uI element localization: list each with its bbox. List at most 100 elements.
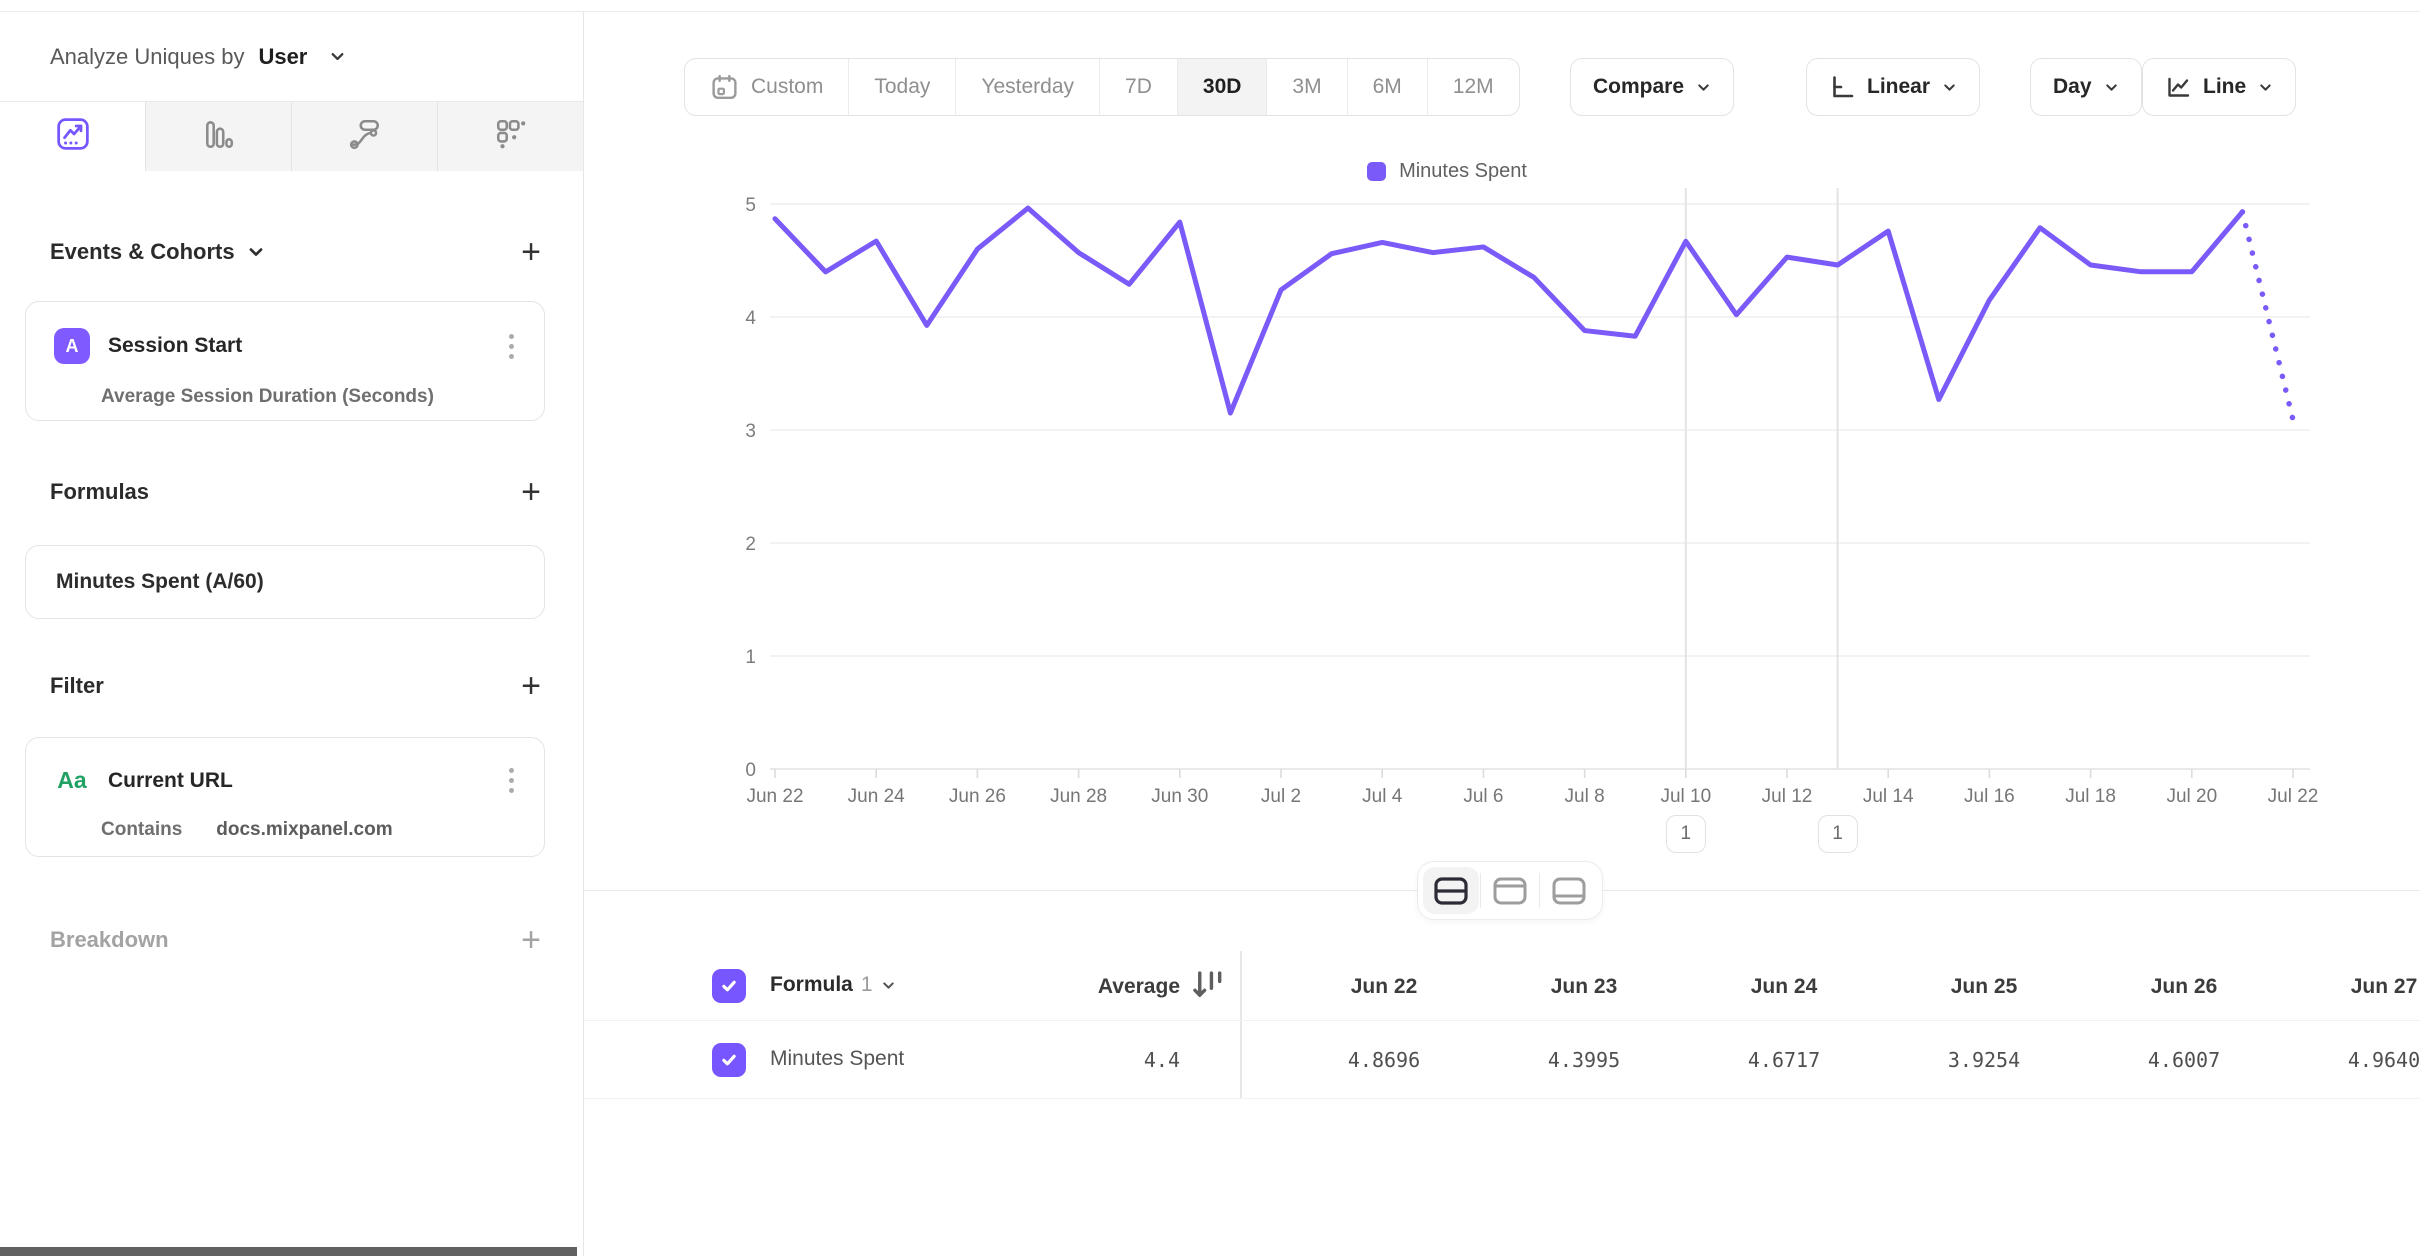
filter-card[interactable]: Aa Current URL Contains docs.mixpanel.co… xyxy=(25,737,545,857)
column-header-average[interactable]: Average xyxy=(984,975,1180,999)
x-tick-label: Jul 4 xyxy=(1362,786,1403,807)
table-only-view-button[interactable] xyxy=(1541,867,1597,914)
column-header-date[interactable]: Jun 26 xyxy=(2084,975,2284,999)
scale-button[interactable]: Linear xyxy=(1806,58,1980,116)
filter-heading: Filter + xyxy=(0,665,583,707)
sort-descending-icon[interactable] xyxy=(1190,969,1226,1007)
sidebar-horizontal-scrollbar[interactable] xyxy=(0,1247,577,1256)
x-tick-label: Jun 26 xyxy=(949,786,1006,807)
string-property-icon: Aa xyxy=(54,767,90,794)
kebab-menu-icon[interactable] xyxy=(505,764,518,797)
cell-value: 4.9640 xyxy=(2284,1048,2420,1072)
retention-grid-icon xyxy=(494,117,528,156)
formula-card[interactable]: Minutes Spent (A/60) xyxy=(25,545,545,619)
x-tick-label: Jul 12 xyxy=(1762,786,1813,807)
x-tick-label: Jun 28 xyxy=(1050,786,1107,807)
range-30d[interactable]: 30D xyxy=(1178,59,1268,115)
compare-button[interactable]: Compare xyxy=(1570,58,1734,116)
x-tick-label: Jul 10 xyxy=(1660,786,1711,807)
range-today[interactable]: Today xyxy=(849,59,956,115)
cell-value: 4.6717 xyxy=(1684,1048,1884,1072)
compare-label: Compare xyxy=(1593,75,1684,99)
granularity-button[interactable]: Day xyxy=(2030,58,2142,116)
query-builder-sidebar: Analyze Uniques by User xyxy=(0,12,584,1256)
range-12m[interactable]: 12M xyxy=(1428,59,1519,115)
line-chart[interactable]: 012345Jun 22Jun 24Jun 26Jun 28Jun 30Jul … xyxy=(584,130,2420,875)
date-range-picker: CustomTodayYesterday7D30D3M6M12M xyxy=(684,58,1520,116)
chevron-down-icon xyxy=(2104,80,2119,95)
x-tick-label: Jul 2 xyxy=(1261,786,1301,807)
events-cohorts-label[interactable]: Events & Cohorts xyxy=(50,239,235,265)
y-tick-label: 4 xyxy=(745,308,756,329)
line-style-icon xyxy=(2165,74,2191,100)
y-tick-label: 1 xyxy=(745,647,756,668)
range-custom[interactable]: Custom xyxy=(685,59,849,115)
kebab-menu-icon[interactable] xyxy=(505,330,518,363)
formula-group-label: Formula xyxy=(770,973,853,997)
range-3m[interactable]: 3M xyxy=(1267,59,1347,115)
column-header-date[interactable]: Jun 27 xyxy=(2284,975,2420,999)
annotation-count-badge[interactable]: 1 xyxy=(1818,815,1858,853)
analyze-uniques-header: Analyze Uniques by User xyxy=(0,12,583,101)
add-formula-button[interactable]: + xyxy=(521,477,541,507)
event-card[interactable]: A Session Start Average Session Duration… xyxy=(25,301,545,421)
event-measurement[interactable]: Average Session Duration (Seconds) xyxy=(26,364,544,434)
chart-style-button[interactable]: Line xyxy=(2142,58,2296,116)
cell-value: 4.6007 xyxy=(2084,1048,2284,1072)
analyze-uniques-label: Analyze Uniques by xyxy=(50,44,244,70)
granularity-label: Day xyxy=(2053,75,2092,99)
tab-flows[interactable] xyxy=(292,102,438,171)
add-event-button[interactable]: + xyxy=(521,237,541,267)
table-row[interactable]: Minutes Spent 4.4 4.86964.39954.67173.92… xyxy=(584,1021,2420,1099)
event-title[interactable]: Session Start xyxy=(108,334,242,358)
linear-axis-icon xyxy=(1829,74,1855,100)
event-letter-badge: A xyxy=(54,328,90,364)
chevron-down-icon[interactable] xyxy=(247,243,265,261)
column-header-date[interactable]: Jun 24 xyxy=(1684,975,1884,999)
row-checkbox[interactable] xyxy=(712,1043,746,1077)
select-all-checkbox[interactable] xyxy=(712,969,746,1003)
x-tick-label: Jul 20 xyxy=(2166,786,2217,807)
split-view-button[interactable] xyxy=(1423,867,1479,914)
line-chart-icon xyxy=(56,117,90,156)
y-tick-label: 3 xyxy=(745,421,756,442)
series-line xyxy=(775,208,2242,413)
formula-group-header[interactable]: Formula 1 xyxy=(770,973,896,997)
chart-only-view-button[interactable] xyxy=(1482,867,1538,914)
chevron-down-icon[interactable] xyxy=(329,48,346,65)
formulas-heading: Formulas + xyxy=(0,471,583,513)
formula-group-number: 1 xyxy=(861,973,873,997)
breakdown-heading: Breakdown + xyxy=(0,919,583,961)
row-series-label: Minutes Spent xyxy=(770,1047,904,1071)
bar-chart-icon xyxy=(202,117,236,156)
filter-property[interactable]: Current URL xyxy=(108,769,233,793)
check-icon xyxy=(720,977,738,995)
x-tick-label: Jun 24 xyxy=(848,786,905,807)
chart-style-label: Line xyxy=(2203,75,2246,99)
series-line-incomplete xyxy=(2242,212,2293,420)
tab-line-chart[interactable] xyxy=(0,102,146,171)
tab-retention[interactable] xyxy=(438,102,583,171)
filter-value[interactable]: docs.mixpanel.com xyxy=(216,819,392,841)
x-tick-label: Jul 18 xyxy=(2065,786,2116,807)
table-header-row: Formula 1 Average Jun 22Jun 23Jun 24Jun … xyxy=(584,951,2420,1021)
column-header-date[interactable]: Jun 25 xyxy=(1884,975,2084,999)
tab-bar-chart[interactable] xyxy=(146,102,292,171)
formula-expression[interactable]: Minutes Spent (A/60) xyxy=(26,546,544,618)
analyze-uniques-value[interactable]: User xyxy=(258,44,307,70)
events-cohorts-heading: Events & Cohorts + xyxy=(0,231,583,273)
flows-icon xyxy=(348,117,382,156)
range-yesterday[interactable]: Yesterday xyxy=(956,59,1100,115)
column-header-date[interactable]: Jun 22 xyxy=(1284,975,1484,999)
line-chart-area[interactable]: Minutes Spent 012345Jun 22Jun 24Jun 26Ju… xyxy=(584,130,2420,875)
chart-only-view-icon xyxy=(1492,876,1528,906)
range-7d[interactable]: 7D xyxy=(1100,59,1178,115)
add-filter-button[interactable]: + xyxy=(521,671,541,701)
add-breakdown-button[interactable]: + xyxy=(521,925,541,955)
chevron-down-icon xyxy=(1942,80,1957,95)
column-header-date[interactable]: Jun 23 xyxy=(1484,975,1684,999)
filter-operator[interactable]: Contains xyxy=(101,819,182,841)
range-6m[interactable]: 6M xyxy=(1348,59,1428,115)
annotation-count-badge[interactable]: 1 xyxy=(1666,815,1706,853)
split-view-icon xyxy=(1433,876,1469,906)
